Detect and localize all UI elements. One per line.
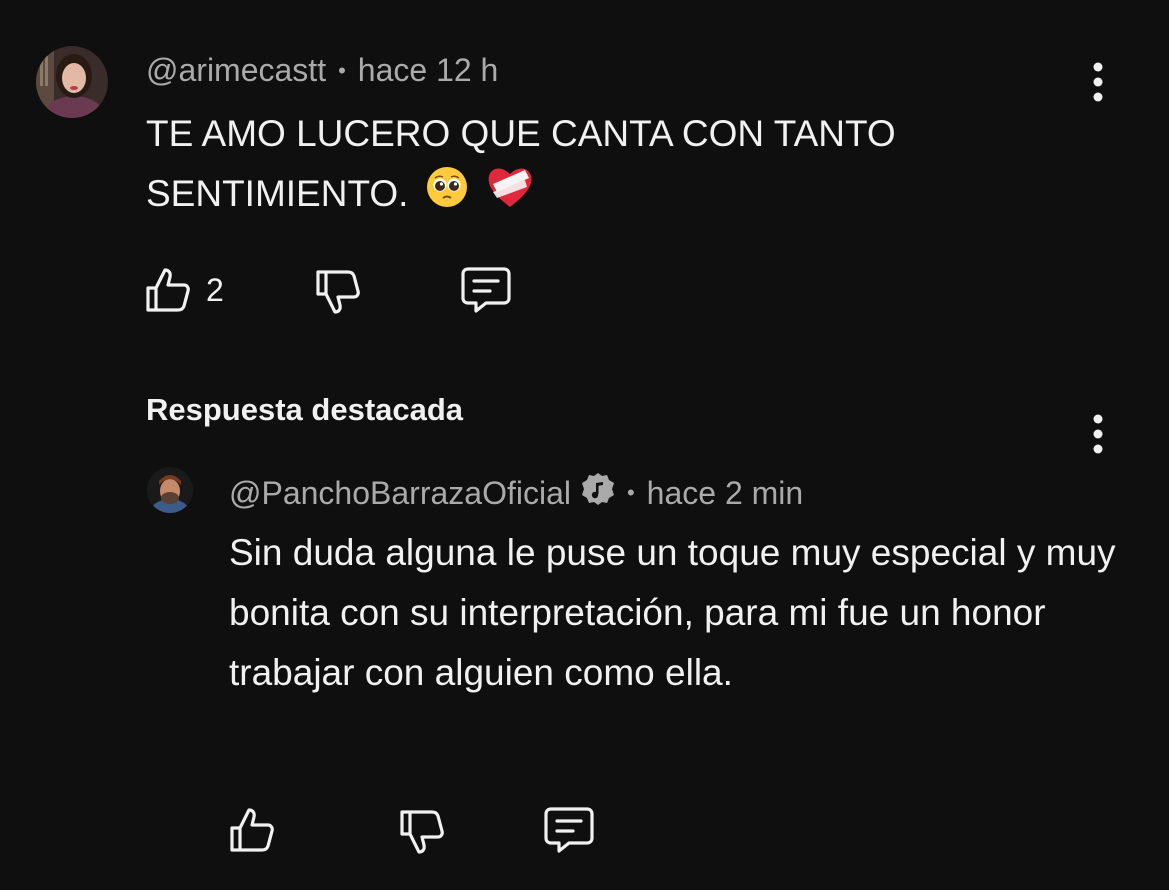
meta-separator: • [338, 57, 346, 83]
highlighted-reply-title: Respuesta destacada [146, 392, 464, 427]
reply-avatar[interactable] [147, 467, 193, 513]
mending-heart-emoji [485, 164, 535, 228]
music-note-badge-icon [581, 472, 615, 514]
reply-dislike-button[interactable] [398, 808, 446, 856]
reply-time: hace 2 min [646, 474, 804, 511]
thumbs-up-icon [146, 268, 190, 312]
comment-dislike-button[interactable] [314, 268, 362, 316]
comment-meta: @arimecastt • hace 12 h [146, 52, 498, 89]
reply-reply-button[interactable] [543, 806, 595, 854]
reply-text-block: Sin duda alguna le puse un toque muy esp… [229, 523, 1129, 703]
comment-text-block: TE AMO LUCERO QUE CANTA CON TANTO SENTIM… [146, 104, 1046, 228]
comment-icon [544, 807, 594, 853]
reply-like-button[interactable] [228, 806, 276, 854]
comment-time: hace 12 h [357, 52, 499, 88]
comment-reply-button[interactable] [460, 266, 512, 314]
meta-separator: • [626, 480, 635, 505]
thumbs-up-icon [230, 808, 274, 852]
comment-author[interactable]: @arimecastt [146, 52, 326, 89]
reply-text: Sin duda alguna le puse un toque muy esp… [229, 532, 1116, 693]
comment-icon [461, 267, 511, 313]
thumbs-down-icon [400, 810, 444, 854]
comment-like-button[interactable]: 2 [144, 266, 224, 314]
more-vertical-icon[interactable] [1088, 60, 1108, 104]
thumbs-down-icon [316, 270, 360, 314]
pleading-face-emoji [425, 165, 469, 227]
like-count: 2 [206, 271, 224, 308]
more-vertical-icon[interactable] [1088, 412, 1108, 456]
reply-author[interactable]: @PanchoBarrazaOficial [229, 475, 571, 512]
commenter-avatar[interactable] [36, 46, 108, 118]
reply-meta: @PanchoBarrazaOficial • hace 2 min [229, 472, 803, 514]
